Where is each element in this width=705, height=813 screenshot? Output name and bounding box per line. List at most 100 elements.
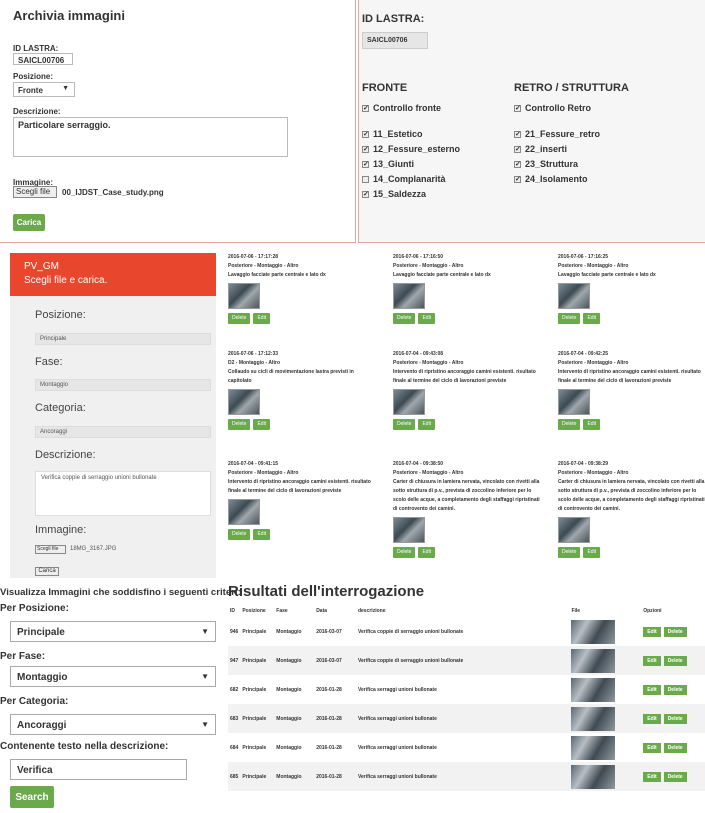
- gallery-card: 2016-07-04 - 09:41:15 Posteriore - Montag…: [228, 460, 378, 540]
- checklist-item-label: 24_Isolamento: [525, 174, 588, 184]
- card-delete-button[interactable]: Delete: [393, 313, 416, 324]
- results-column-header: File: [571, 608, 581, 614]
- card-delete-button[interactable]: Delete: [558, 313, 581, 324]
- card-edit-button[interactable]: Edit: [583, 547, 601, 558]
- result-thumbnail[interactable]: [571, 619, 616, 644]
- upload-description-textarea[interactable]: Verifica coppie di serraggio unioni bull…: [35, 471, 211, 516]
- row-delete-button[interactable]: Delete: [663, 713, 687, 724]
- checklist-item[interactable]: ✓ 21_Fessure_retro: [514, 129, 600, 139]
- row-edit-button[interactable]: Edit: [643, 684, 661, 695]
- checklist-item[interactable]: ✓ Controllo fronte: [362, 103, 441, 113]
- row-edit-button[interactable]: Edit: [643, 771, 661, 782]
- card-edit-button[interactable]: Edit: [583, 313, 601, 324]
- upload-category-field[interactable]: Ancoraggi: [35, 426, 211, 438]
- checkbox-checked-icon[interactable]: ✓: [514, 130, 521, 138]
- upload-header-title: PV_GM: [24, 261, 60, 272]
- card-thumbnail[interactable]: [393, 517, 425, 543]
- result-thumbnail[interactable]: [571, 648, 616, 673]
- checkbox-checked-icon[interactable]: ✓: [362, 160, 369, 168]
- card-description: Intervento di ripristino ancoraggio cami…: [393, 369, 536, 384]
- upload-position-field[interactable]: Principale: [35, 333, 211, 345]
- card-thumbnail[interactable]: [558, 517, 590, 543]
- card-thumbnail[interactable]: [228, 283, 260, 309]
- result-thumbnail[interactable]: [571, 735, 616, 760]
- search-position-select[interactable]: Principale ▼: [10, 621, 216, 642]
- results-column-header: descrizione: [357, 608, 386, 614]
- card-thumbnail[interactable]: [228, 499, 260, 525]
- table-cell: Verifica serraggi unioni bullonate: [357, 686, 437, 693]
- checklist-item[interactable]: ✓ 11_Estetico: [362, 129, 423, 139]
- checkbox-checked-icon[interactable]: ✓: [362, 145, 369, 153]
- card-delete-button[interactable]: Delete: [393, 419, 416, 430]
- card-edit-button[interactable]: Edit: [418, 419, 436, 430]
- checklist-item[interactable]: ✓ 24_Isolamento: [514, 174, 588, 184]
- checkbox-checked-icon[interactable]: ✓: [362, 130, 369, 138]
- checkbox-unchecked-icon[interactable]: [362, 175, 369, 183]
- row-edit-button[interactable]: Edit: [643, 626, 661, 637]
- results-column-header: Data: [316, 608, 328, 614]
- card-delete-button[interactable]: Delete: [228, 313, 251, 324]
- checklist-item[interactable]: ✓ 22_inserti: [514, 144, 567, 154]
- description-textarea[interactable]: Particolare serraggio.: [13, 117, 288, 157]
- card-thumbnail[interactable]: [393, 389, 425, 415]
- card-thumbnail[interactable]: [393, 283, 425, 309]
- card-edit-button[interactable]: Edit: [418, 313, 436, 324]
- row-delete-button[interactable]: Delete: [663, 684, 687, 695]
- card-meta: Posteriore - Montaggio - Altro: [228, 263, 299, 269]
- gallery-card: 2016-07-06 - 17:17:28 Posteriore - Montag…: [228, 253, 378, 324]
- card-date: 2016-07-04 - 09:41:15: [228, 461, 279, 467]
- upload-file-button[interactable]: Scegli file: [35, 545, 66, 554]
- search-submit-button[interactable]: Search: [10, 786, 54, 808]
- checklist-item[interactable]: 14_Complanarità: [362, 174, 446, 184]
- upload-position-label: Posizione:: [35, 309, 86, 321]
- card-edit-button[interactable]: Edit: [253, 313, 271, 324]
- checkbox-checked-icon[interactable]: ✓: [514, 160, 521, 168]
- search-phase-select[interactable]: Montaggio ▼: [10, 666, 216, 687]
- search-text-input[interactable]: Verifica: [10, 759, 187, 780]
- checklist-item[interactable]: ✓ 12_Fessure_esterno: [362, 144, 460, 154]
- card-edit-button[interactable]: Edit: [253, 419, 271, 430]
- result-thumbnail[interactable]: [571, 677, 616, 702]
- id-input[interactable]: SAICL00706: [13, 53, 73, 65]
- card-edit-button[interactable]: Edit: [253, 529, 271, 540]
- file-button[interactable]: Scegli file: [13, 186, 57, 198]
- row-delete-button[interactable]: Delete: [663, 742, 687, 753]
- card-thumbnail[interactable]: [558, 389, 590, 415]
- checklist-item[interactable]: ✓ Controllo Retro: [514, 103, 591, 113]
- checkbox-checked-icon[interactable]: ✓: [514, 175, 521, 183]
- row-delete-button[interactable]: Delete: [663, 771, 687, 782]
- checkbox-checked-icon[interactable]: ✓: [362, 190, 369, 198]
- row-delete-button[interactable]: Delete: [663, 655, 687, 666]
- position-select[interactable]: Fronte ▼: [13, 82, 75, 97]
- card-delete-button[interactable]: Delete: [393, 547, 416, 558]
- card-thumbnail[interactable]: [558, 283, 590, 309]
- card-edit-button[interactable]: Edit: [418, 547, 436, 558]
- upload-phase-field[interactable]: Montaggio: [35, 379, 211, 391]
- checkbox-checked-icon[interactable]: ✓: [362, 104, 369, 112]
- row-edit-button[interactable]: Edit: [643, 713, 661, 724]
- upload-submit-button[interactable]: Carica: [35, 567, 59, 576]
- row-delete-button[interactable]: Delete: [663, 626, 687, 637]
- card-delete-button[interactable]: Delete: [228, 529, 251, 540]
- checklist-item[interactable]: ✓ 15_Saldezza: [362, 189, 426, 199]
- result-thumbnail[interactable]: [571, 706, 616, 731]
- table-row: 946 Principale Montaggio 2016-03-07 Verifica…: [228, 617, 705, 646]
- upload-submit-button[interactable]: Carica: [13, 214, 45, 231]
- position-select-value: Fronte: [18, 86, 43, 95]
- table-cell: Verifica serraggi unioni bullonate: [357, 744, 437, 751]
- row-edit-button[interactable]: Edit: [643, 655, 661, 666]
- checklist-item[interactable]: ✓ 23_Struttura: [514, 159, 578, 169]
- checklist-item[interactable]: ✓ 13_Giunti: [362, 159, 414, 169]
- result-thumbnail[interactable]: [571, 764, 616, 789]
- table-cell: Edit Delete: [641, 733, 705, 762]
- checkbox-checked-icon[interactable]: ✓: [514, 145, 521, 153]
- checkbox-checked-icon[interactable]: ✓: [514, 104, 521, 112]
- card-delete-button[interactable]: Delete: [558, 419, 581, 430]
- gallery-card: 2016-07-04 - 09:42:25 Posteriore - Montag…: [558, 350, 705, 430]
- card-thumbnail[interactable]: [228, 389, 260, 415]
- search-category-select[interactable]: Ancoraggi ▼: [10, 714, 216, 735]
- row-edit-button[interactable]: Edit: [643, 742, 661, 753]
- card-delete-button[interactable]: Delete: [558, 547, 581, 558]
- card-delete-button[interactable]: Delete: [228, 419, 251, 430]
- card-edit-button[interactable]: Edit: [583, 419, 601, 430]
